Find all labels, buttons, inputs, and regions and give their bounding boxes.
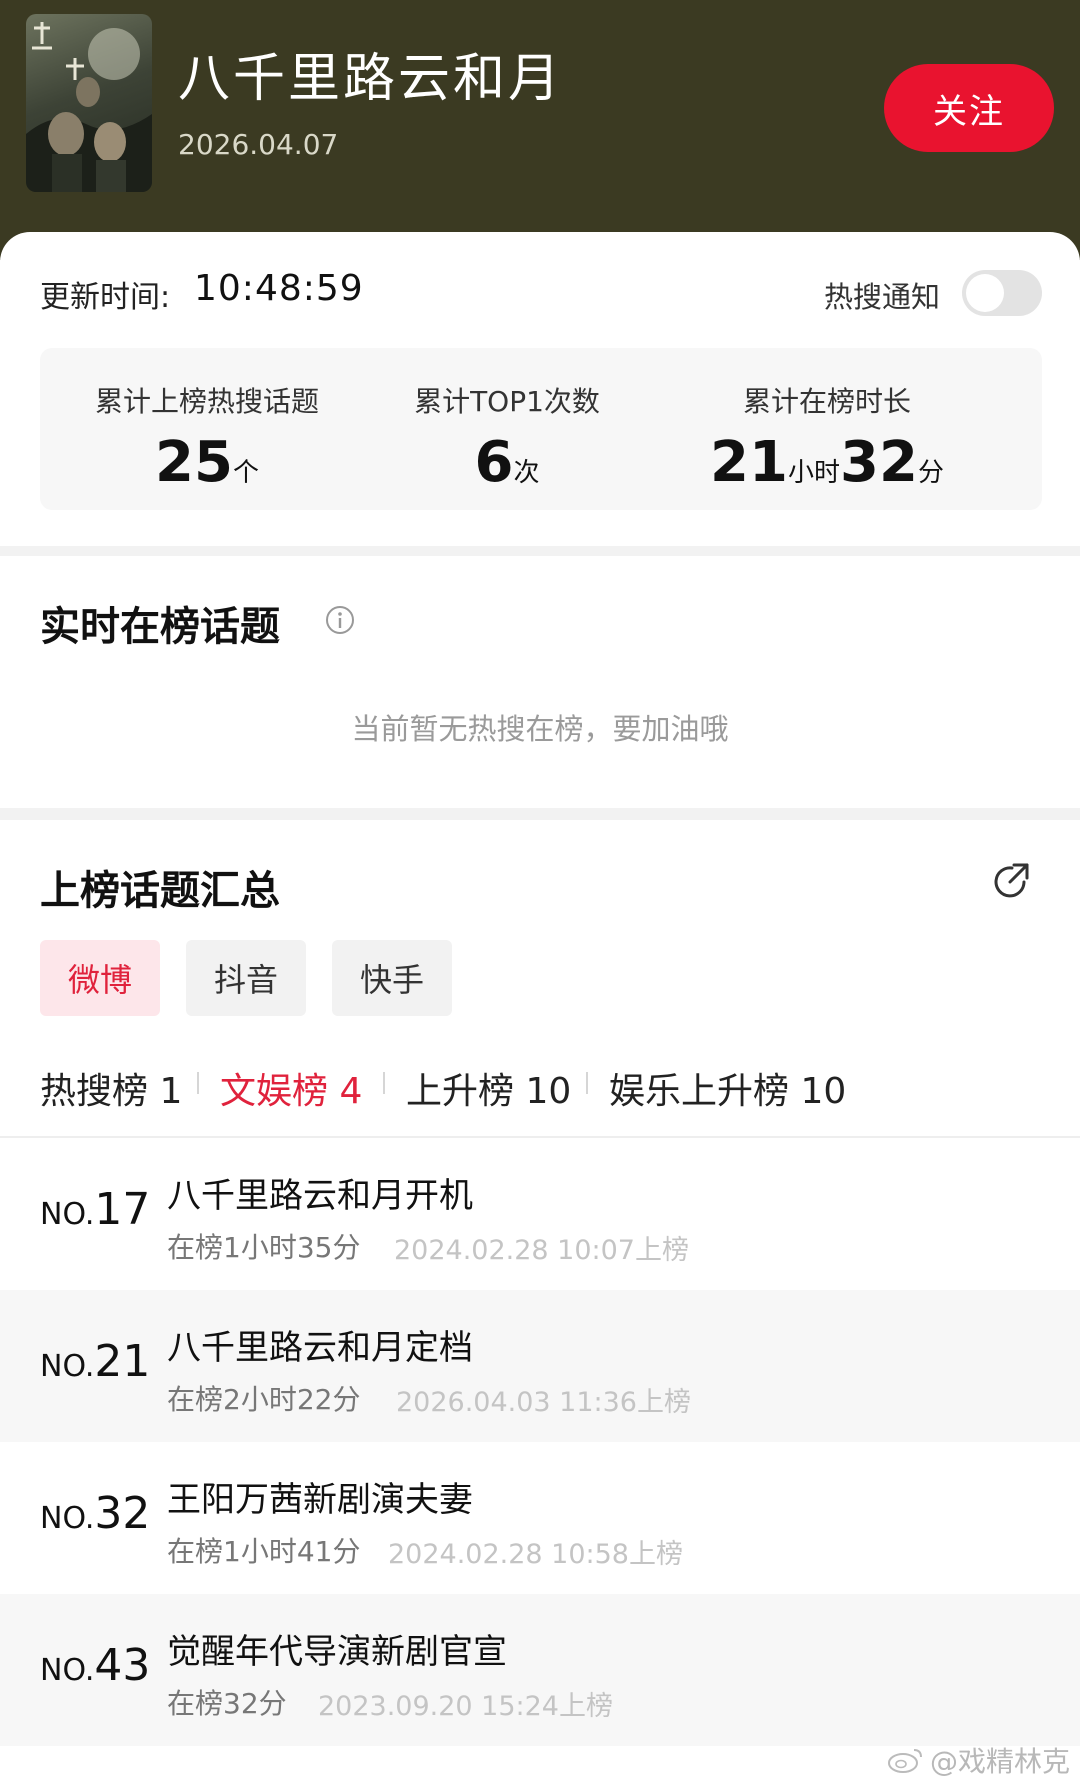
stats-card: 更新时间: 10:48:59 热搜通知 累计上榜热搜话题 25个 累计TOP1次… xyxy=(0,232,1080,546)
topic-duration: 在榜2小时22分 xyxy=(167,1383,361,1416)
platform-tab-kuaishou[interactable]: 快手 xyxy=(332,940,452,1016)
rank-number: 32 xyxy=(94,1488,151,1539)
stat-duration: 累计在榜时长 21小时32分 xyxy=(660,348,994,510)
stat-top1-value: 6次 xyxy=(340,430,674,495)
hot-search-notify-label: 热搜通知 xyxy=(824,280,941,314)
stat-top1-number: 6 xyxy=(474,430,514,495)
board-tab-hot-search[interactable]: 热搜榜 1 xyxy=(40,1062,182,1114)
stat-topics-number: 25 xyxy=(155,430,233,495)
topic-row[interactable]: NO.43 觉醒年代导演新剧官宣 在榜32分 2023.09.20 15:24上… xyxy=(0,1594,1080,1746)
stat-topics-unit: 个 xyxy=(232,458,259,488)
stat-duration-minutes-unit: 分 xyxy=(917,458,944,488)
topic-row[interactable]: NO.32 王阳万茜新剧演夫妻 在榜1小时41分 2024.02.28 10:5… xyxy=(0,1442,1080,1594)
topic-listed-time: 2023.09.20 15:24上榜 xyxy=(318,1691,613,1722)
platform-tab-douyin[interactable]: 抖音 xyxy=(186,940,306,1016)
toggle-knob xyxy=(966,274,1004,312)
stats-panel: 累计上榜热搜话题 25个 累计TOP1次数 6次 累计在榜时长 21小时32分 xyxy=(40,348,1042,510)
board-separator xyxy=(586,1072,588,1094)
topic-rank: NO.17 xyxy=(40,1184,150,1235)
stat-duration-hours-unit: 小时 xyxy=(787,458,840,488)
show-title: 八千里路云和月 xyxy=(178,49,564,109)
update-time-label: 更新时间: xyxy=(40,280,171,315)
update-time-value: 10:48:59 xyxy=(194,268,364,309)
rank-prefix: NO. xyxy=(40,1501,95,1536)
topic-title: 八千里路云和月开机 xyxy=(167,1176,473,1216)
topic-title: 八千里路云和月定档 xyxy=(167,1328,473,1368)
topic-rank: NO.21 xyxy=(40,1336,150,1387)
realtime-empty-text: 当前暂无热搜在榜，要加油哦 xyxy=(351,712,729,746)
topic-row[interactable]: NO.17 八千里路云和月开机 在榜1小时35分 2024.02.28 10:0… xyxy=(0,1138,1080,1290)
stat-topics: 累计上榜热搜话题 25个 xyxy=(40,348,374,510)
stat-top1: 累计TOP1次数 6次 xyxy=(340,348,674,510)
weibo-logo-icon xyxy=(888,1749,922,1773)
topic-listed-time: 2024.02.28 10:07上榜 xyxy=(394,1235,689,1266)
topic-rank: NO.43 xyxy=(40,1640,150,1691)
board-tab-rising[interactable]: 上升榜 10 xyxy=(406,1062,571,1114)
topic-summary-section: 上榜话题汇总 微博 抖音 快手 热搜榜 1 文娱榜 4 上升榜 10 娱乐上升榜… xyxy=(0,820,1080,1785)
realtime-topics-section: 实时在榜话题 当前暂无热搜在榜，要加油哦 xyxy=(0,556,1080,808)
show-header: 八千里路云和月 2026.04.07 关注 xyxy=(0,0,1080,260)
board-tab-ent-rising[interactable]: 娱乐上升榜 10 xyxy=(609,1062,846,1114)
topic-summary-title: 上榜话题汇总 xyxy=(40,868,280,914)
hot-search-notify-toggle[interactable] xyxy=(962,270,1042,316)
platform-tab-weibo[interactable]: 微博 xyxy=(40,940,160,1016)
poster-image xyxy=(26,22,152,192)
board-separator xyxy=(383,1072,385,1094)
rank-number: 21 xyxy=(94,1336,151,1387)
topic-duration: 在榜1小时41分 xyxy=(167,1535,361,1568)
topic-rank: NO.32 xyxy=(40,1488,150,1539)
share-icon[interactable] xyxy=(990,860,1032,902)
stat-duration-minutes: 32 xyxy=(840,430,918,495)
topic-title: 觉醒年代导演新剧官宣 xyxy=(167,1632,507,1672)
stat-top1-label: 累计TOP1次数 xyxy=(414,385,600,418)
rank-number: 17 xyxy=(94,1184,151,1235)
topic-duration: 在榜32分 xyxy=(167,1687,287,1720)
rank-prefix: NO. xyxy=(40,1653,95,1688)
topic-row[interactable]: NO.21 八千里路云和月定档 在榜2小时22分 2026.04.03 11:3… xyxy=(0,1290,1080,1442)
topic-duration: 在榜1小时35分 xyxy=(167,1231,361,1264)
show-date: 2026.04.07 xyxy=(178,128,339,161)
topic-listed-time: 2024.02.28 10:58上榜 xyxy=(388,1539,683,1570)
board-separator xyxy=(197,1072,199,1094)
rank-prefix: NO. xyxy=(40,1349,95,1384)
show-poster[interactable] xyxy=(26,14,152,192)
stat-topics-value: 25个 xyxy=(40,430,374,495)
follow-button[interactable]: 关注 xyxy=(884,64,1054,152)
stat-top1-unit: 次 xyxy=(513,458,540,488)
stat-duration-hours: 21 xyxy=(710,430,788,495)
stat-topics-label: 累计上榜热搜话题 xyxy=(94,385,319,418)
rank-number: 43 xyxy=(94,1640,151,1691)
board-tab-entertainment[interactable]: 文娱榜 4 xyxy=(220,1062,362,1114)
stat-duration-label: 累计在榜时长 xyxy=(742,385,911,418)
topic-title: 王阳万茜新剧演夫妻 xyxy=(167,1480,473,1520)
stat-duration-value: 21小时32分 xyxy=(660,430,994,495)
info-icon[interactable] xyxy=(324,604,356,636)
topic-listed-time: 2026.04.03 11:36上榜 xyxy=(396,1387,691,1418)
rank-prefix: NO. xyxy=(40,1197,95,1232)
watermark-text: @戏精林克 xyxy=(930,1745,1071,1778)
realtime-topics-title: 实时在榜话题 xyxy=(40,604,280,650)
